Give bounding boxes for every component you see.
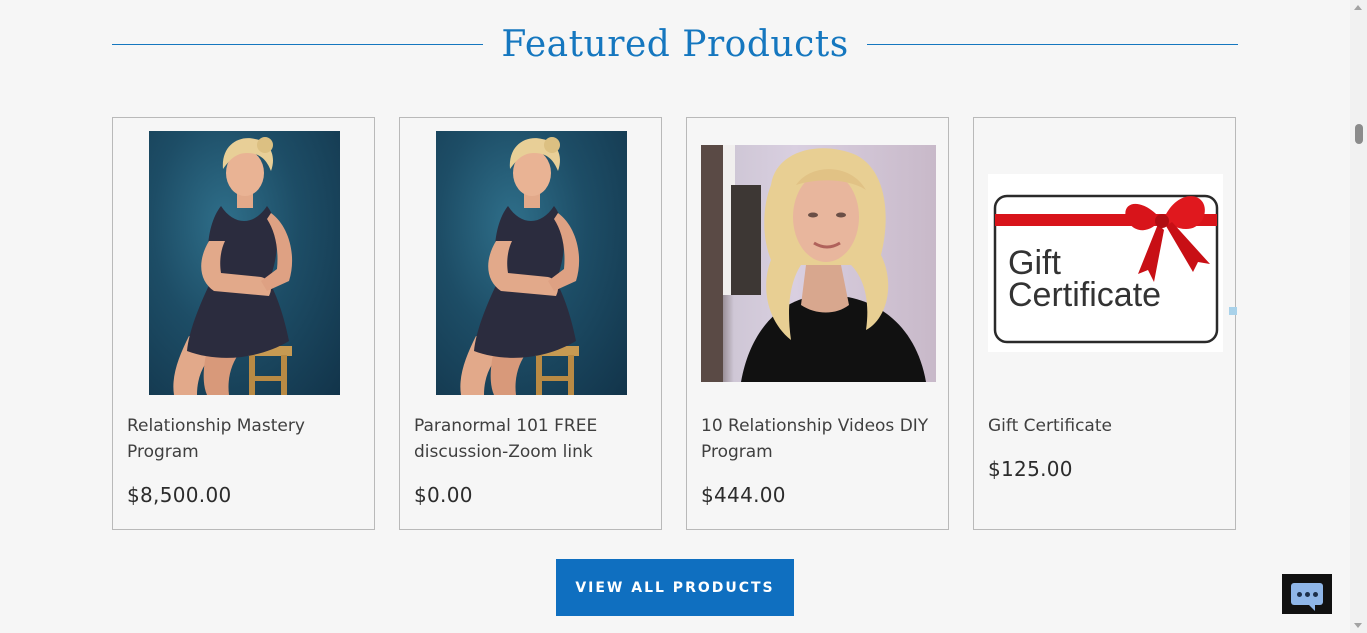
product-price: $444.00 — [701, 483, 786, 507]
product-title[interactable]: Paranormal 101 FREE discussion-Zoom link — [414, 413, 646, 465]
product-image[interactable] — [127, 131, 362, 395]
carousel-edge-marker — [1229, 307, 1237, 315]
product-title[interactable]: 10 Relationship Videos DIY Program — [701, 413, 933, 465]
scroll-up-icon[interactable] — [1354, 5, 1362, 10]
product-image[interactable]: Gift Certificate — [988, 131, 1223, 395]
product-card-relationship-mastery[interactable]: Relationship Mastery Program $8,500.00 — [112, 117, 375, 530]
heading-rule-left — [112, 43, 484, 45]
product-price: $0.00 — [414, 483, 473, 507]
gift-graphic-line2: Certificate — [1008, 276, 1161, 314]
selfie-photo — [701, 144, 936, 382]
gift-certificate-graphic: Gift Certificate — [988, 174, 1223, 352]
heading-rule-right — [866, 43, 1238, 45]
chat-bubble-icon — [1291, 583, 1323, 611]
product-title[interactable]: Relationship Mastery Program — [127, 413, 359, 465]
product-image[interactable] — [701, 131, 936, 395]
scroll-down-icon[interactable] — [1354, 623, 1362, 628]
page-scrollbar[interactable] — [1350, 0, 1367, 633]
section-heading: Featured Products — [112, 14, 1238, 74]
product-image[interactable] — [414, 131, 649, 395]
product-card-relationship-videos[interactable]: 10 Relationship Videos DIY Program $444.… — [686, 117, 949, 530]
view-all-products-button[interactable]: VIEW ALL PRODUCTS — [556, 559, 794, 616]
product-card-gift-certificate[interactable]: Gift Certificate Gift Certificate $125.0… — [973, 117, 1236, 530]
section-title: Featured Products — [501, 23, 849, 65]
chat-widget-button[interactable] — [1282, 574, 1332, 614]
product-card-paranormal-101[interactable]: Paranormal 101 FREE discussion-Zoom link… — [399, 117, 662, 530]
product-price: $8,500.00 — [127, 483, 232, 507]
product-title[interactable]: Gift Certificate — [988, 413, 1220, 439]
page: Featured Products Relationship Mastery P… — [0, 0, 1367, 633]
product-price: $125.00 — [988, 457, 1073, 481]
portrait-photo — [149, 131, 340, 395]
portrait-photo — [436, 131, 627, 395]
scrollbar-thumb[interactable] — [1355, 124, 1363, 144]
